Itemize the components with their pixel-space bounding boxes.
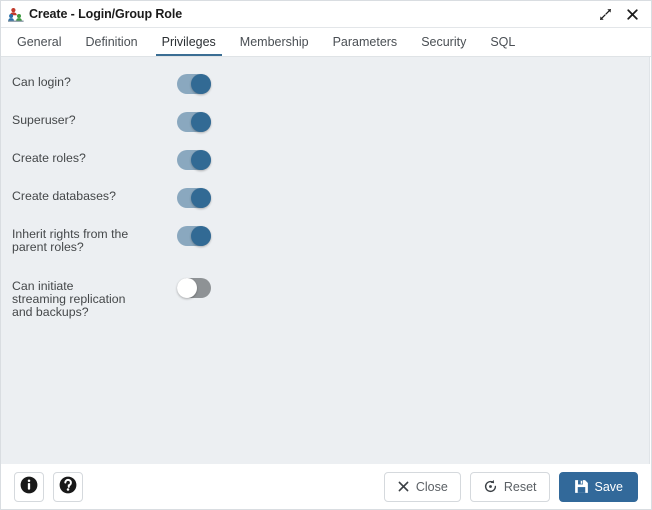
tab-security-label: Security <box>421 35 467 49</box>
titlebar-window-controls <box>598 7 643 22</box>
save-button[interactable]: Save <box>558 471 638 502</box>
dialog-title: Create - Login/Group Role <box>29 7 183 21</box>
field-can-initiate-replication: Can initiate streaming replication and b… <box>1 278 649 319</box>
field-can-login: Can login? <box>1 74 649 94</box>
tab-definition[interactable]: Definition <box>73 28 149 56</box>
tab-privileges[interactable]: Privileges <box>150 28 228 56</box>
reset-button-label: Reset <box>503 479 537 494</box>
x-icon <box>397 480 410 493</box>
field-can-initiate-replication-label: Can initiate streaming replication and b… <box>12 279 126 319</box>
field-create-databases: Create databases? <box>1 188 649 208</box>
dialog-content: Can login? Superuser? Create roles? Crea… <box>1 57 651 464</box>
field-superuser-label: Superuser? <box>12 113 76 127</box>
field-can-login-label: Can login? <box>12 75 71 89</box>
toggle-superuser[interactable] <box>177 112 211 132</box>
toggle-create-roles[interactable] <box>177 150 211 170</box>
dialog-footer: Close Reset Save <box>1 464 651 509</box>
footer-right-group: Close Reset Save <box>383 471 638 502</box>
tab-parameters-label: Parameters <box>332 35 398 49</box>
toggle-create-databases[interactable] <box>177 188 211 208</box>
toggle-knob <box>177 278 197 298</box>
tab-membership[interactable]: Membership <box>228 28 321 56</box>
save-disk-icon <box>574 479 589 494</box>
dialog-tabbar: General Definition Privileges Membership… <box>1 28 651 57</box>
toggle-knob <box>191 150 211 170</box>
toggle-knob <box>191 188 211 208</box>
tab-membership-label: Membership <box>239 35 309 49</box>
tab-general[interactable]: General <box>5 28 73 56</box>
login-group-role-icon <box>8 7 25 22</box>
toggle-can-initiate-replication[interactable] <box>177 278 211 298</box>
tab-sql-label: SQL <box>490 35 516 49</box>
toggle-can-login[interactable] <box>177 74 211 94</box>
tab-privileges-label: Privileges <box>161 35 216 49</box>
toggle-knob <box>191 226 211 246</box>
toggle-knob <box>191 74 211 94</box>
field-inherit-rights-label: Inherit rights from the parent roles? <box>12 227 129 254</box>
tab-sql[interactable]: SQL <box>478 28 527 56</box>
close-icon[interactable] <box>625 7 640 22</box>
field-create-roles: Create roles? <box>1 150 649 170</box>
dialog-titlebar: Create - Login/Group Role <box>1 1 651 28</box>
question-icon <box>59 476 77 497</box>
tab-general-label: General <box>17 35 62 49</box>
toggle-inherit-rights[interactable] <box>177 226 211 246</box>
field-create-databases-label: Create databases? <box>12 189 116 203</box>
close-button-label: Close <box>415 479 448 494</box>
privileges-panel: Can login? Superuser? Create roles? Crea… <box>1 57 650 464</box>
tab-definition-label: Definition <box>85 35 138 49</box>
tab-security[interactable]: Security <box>409 28 478 56</box>
tab-parameters[interactable]: Parameters <box>321 28 410 56</box>
close-button[interactable]: Close <box>383 471 461 502</box>
expand-icon[interactable] <box>598 7 613 22</box>
info-icon <box>20 476 38 497</box>
toggle-knob <box>191 112 211 132</box>
titlebar-left-group: Create - Login/Group Role <box>8 7 598 22</box>
footer-left-group <box>14 471 83 502</box>
info-button[interactable] <box>14 471 44 502</box>
reset-icon <box>483 479 498 494</box>
field-superuser: Superuser? <box>1 112 649 132</box>
create-login-group-role-dialog: Create - Login/Group Role General Defini… <box>0 0 652 510</box>
field-create-roles-label: Create roles? <box>12 151 86 165</box>
reset-button[interactable]: Reset <box>469 471 550 502</box>
save-button-label: Save <box>594 479 624 494</box>
help-button[interactable] <box>53 471 83 502</box>
field-inherit-rights: Inherit rights from the parent roles? <box>1 226 649 254</box>
